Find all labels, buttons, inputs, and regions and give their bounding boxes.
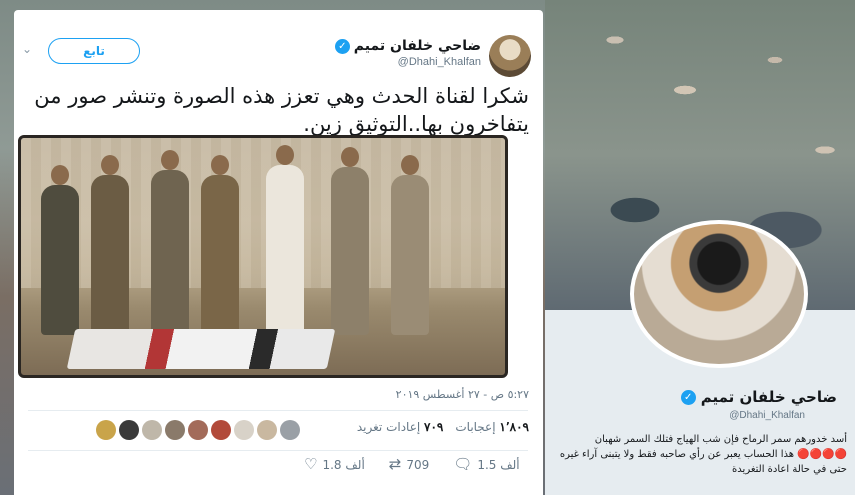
reply-button[interactable]: 🗨 1.5 ألف (453, 457, 519, 472)
likes-label: إعجابات (455, 420, 496, 434)
media-figure (41, 165, 79, 335)
tweet-media-image[interactable] (18, 135, 508, 378)
profile-name-row[interactable]: ضاحي خلفان تميم ✓ (680, 388, 837, 406)
media-figure (331, 147, 369, 335)
reply-icon: 🗨 (453, 455, 473, 473)
likes-count: ١٬٨٠٩ (499, 420, 529, 434)
tweet-text: شكرا لقناة الحدث وهي تعزز هذه الصورة وتن… (34, 84, 529, 136)
liker-avatar[interactable] (280, 420, 300, 440)
media-figure (151, 150, 189, 335)
profile-bio: أسد خدورهم سمر الرماح فإن شب الهياج فتلك… (559, 434, 847, 475)
profile-name[interactable]: ضاحي خلفان تميم (701, 388, 837, 406)
media-figure (391, 155, 429, 335)
profile-handle[interactable]: @Dhahi_Khalfan (729, 410, 805, 421)
author-avatar[interactable] (489, 35, 531, 77)
retweet-button[interactable]: ⇄ 709 (389, 457, 429, 472)
retweets-label: إعادات تغريد (356, 420, 421, 434)
liker-avatar[interactable] (211, 420, 231, 440)
retweets-count: ٧٠٩ (424, 420, 444, 434)
liker-avatar[interactable] (119, 420, 139, 440)
liker-avatar[interactable] (188, 420, 208, 440)
tweet-header: ضاحي خلفان تميم ✓ @Dhahi_Khalfan تابع ⌄ (14, 10, 543, 80)
liker-avatar[interactable] (142, 420, 162, 440)
tweet-stats: ٧٠٩ إعادات تغريد ١٬٨٠٩ إعجابات (357, 420, 529, 434)
divider (28, 450, 528, 451)
media-flag-on-ground (66, 329, 336, 369)
liker-avatar[interactable] (96, 420, 116, 440)
media-figure (266, 145, 304, 335)
retweets-stat[interactable]: ٧٠٩ إعادات تغريد (357, 420, 444, 434)
tweet-actions: 🗨 1.5 ألف ⇄ 709 ♡ 1.8 ألف (304, 457, 520, 472)
retweet-icon: ⇄ (388, 455, 402, 473)
chevron-down-icon[interactable]: ⌄ (22, 43, 32, 55)
liker-avatars (96, 420, 300, 440)
profile-avatar[interactable] (630, 220, 808, 368)
verified-badge-icon: ✓ (680, 389, 696, 405)
liker-avatar[interactable] (257, 420, 277, 440)
heart-icon: ♡ (304, 455, 318, 473)
liker-avatar[interactable] (165, 420, 185, 440)
tweet-timestamp[interactable]: ٥:٢٧ ص - ٢٧ أغسطس ٢٠١٩ (396, 388, 529, 401)
author-name[interactable]: ضاحي خلفان تميم (354, 38, 481, 54)
divider (28, 410, 528, 411)
like-action-count: 1.8 ألف (322, 457, 365, 472)
like-button[interactable]: ♡ 1.8 ألف (304, 457, 365, 472)
tweet-card: ضاحي خلفان تميم ✓ @Dhahi_Khalfan تابع ⌄ … (14, 10, 543, 495)
media-figure (201, 155, 239, 335)
liker-avatar[interactable] (234, 420, 254, 440)
likes-stat[interactable]: ١٬٨٠٩ إعجابات (455, 420, 529, 434)
media-figure (91, 155, 129, 335)
verified-badge-icon: ✓ (334, 38, 350, 54)
author-handle[interactable]: @Dhahi_Khalfan (398, 56, 481, 68)
follow-button[interactable]: تابع (48, 38, 140, 64)
retweet-action-count: 709 (406, 457, 430, 472)
reply-count: 1.5 ألف (477, 457, 520, 472)
author-name-row[interactable]: ضاحي خلفان تميم ✓ (334, 38, 481, 54)
